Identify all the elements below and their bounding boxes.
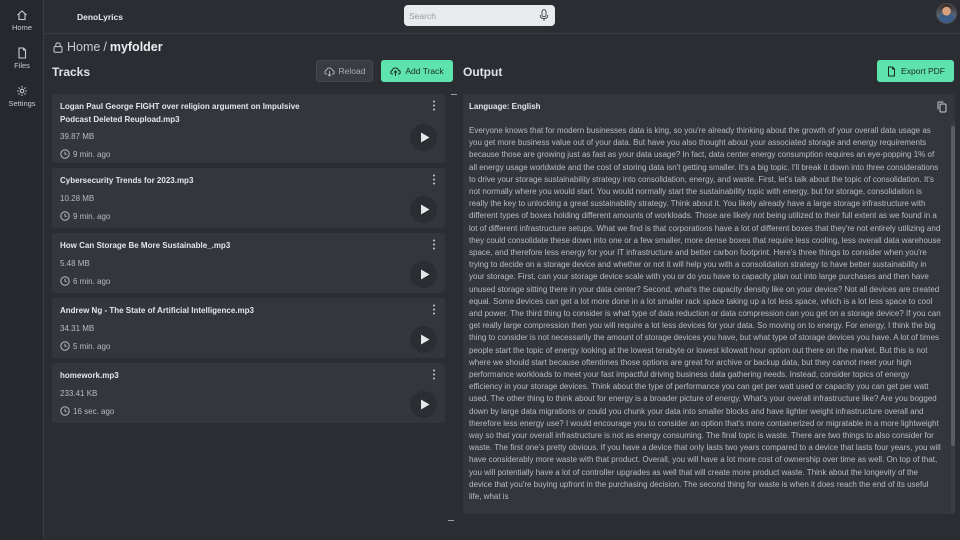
sidebar-item-label: Settings (8, 99, 36, 108)
track-card[interactable]: Logan Paul George FIGHT over religion ar… (52, 94, 445, 163)
play-icon (420, 399, 429, 410)
play-button[interactable] (410, 196, 437, 223)
scrollbar-thumb[interactable] (951, 126, 955, 446)
reload-label: Reload (338, 66, 366, 76)
track-size: 233.41 KB (60, 389, 98, 398)
track-time: 9 min. ago (60, 211, 110, 221)
search-input[interactable] (404, 10, 529, 21)
play-button[interactable] (410, 124, 437, 151)
sidebar-item-files[interactable]: Files (0, 47, 44, 81)
file-export-icon (888, 66, 896, 76)
track-size: 39.87 MB (60, 132, 95, 141)
play-icon (420, 204, 429, 215)
sidebar: Home Files Settings (0, 0, 44, 540)
reload-button[interactable]: Reload (316, 60, 373, 82)
clock-icon (60, 341, 70, 351)
microphone-icon[interactable] (539, 9, 549, 22)
track-name: Logan Paul George FIGHT over religion ar… (60, 102, 300, 124)
sidebar-item-label: Files (14, 61, 30, 70)
clock-icon (60, 406, 70, 416)
play-button[interactable] (410, 326, 437, 353)
breadcrumb-current: myfolder (109, 40, 163, 54)
play-icon (420, 269, 429, 280)
clock-icon (60, 211, 70, 221)
add-track-label: Add Track (405, 66, 444, 76)
breadcrumb: Home / myfolder (53, 40, 163, 54)
track-card[interactable]: How Can Storage Be More Sustainable_.mp3… (52, 233, 445, 293)
track-time-label: 16 sec. ago (73, 406, 115, 416)
clock-icon (60, 149, 70, 159)
more-options-icon[interactable] (432, 239, 436, 250)
track-size: 34.31 MB (60, 324, 95, 333)
track-card[interactable]: Cybersecurity Trends for 2023.mp3 10.28 … (52, 168, 445, 228)
resize-handle[interactable] (448, 520, 454, 521)
output-language: Language: English (469, 102, 541, 111)
track-card[interactable]: homework.mp3 233.41 KB 16 sec. ago (52, 363, 445, 423)
track-name: homework.mp3 (60, 371, 119, 380)
track-name: Cybersecurity Trends for 2023.mp3 (60, 176, 194, 185)
cloud-upload-icon (390, 66, 402, 76)
track-list: Logan Paul George FIGHT over religion ar… (52, 94, 445, 428)
copy-icon[interactable] (937, 101, 947, 113)
breadcrumb-home[interactable]: Home (67, 40, 100, 54)
more-options-icon[interactable] (432, 369, 436, 380)
track-time: 16 sec. ago (60, 406, 114, 416)
track-name: How Can Storage Be More Sustainable_.mp3 (60, 241, 231, 250)
more-options-icon[interactable] (432, 304, 436, 315)
home-icon (17, 10, 27, 21)
more-options-icon[interactable] (432, 174, 436, 185)
transcript-text: Everyone knows that for modern businesse… (469, 126, 941, 502)
track-time: 9 min. ago (60, 149, 110, 159)
track-time-label: 5 min. ago (73, 341, 111, 351)
cloud-download-icon (323, 66, 335, 77)
avatar[interactable] (936, 3, 957, 24)
track-name: Andrew Ng - The State of Artificial Inte… (60, 306, 254, 315)
output-title: Output (463, 65, 503, 79)
sidebar-item-home[interactable]: Home (0, 9, 44, 43)
search-box[interactable] (404, 5, 555, 26)
play-icon (420, 132, 429, 143)
track-time: 5 min. ago (60, 341, 110, 351)
sidebar-item-label: Home (11, 23, 32, 32)
track-time-label: 6 min. ago (73, 276, 111, 286)
track-size: 5.48 MB (60, 259, 90, 268)
track-time-label: 9 min. ago (73, 211, 111, 221)
play-icon (420, 334, 429, 345)
more-options-icon[interactable] (432, 100, 436, 111)
app-title: DenoLyrics (77, 12, 123, 22)
clock-icon (60, 276, 70, 286)
gear-icon (17, 86, 27, 96)
export-pdf-label: Export PDF (901, 66, 945, 76)
play-button[interactable] (410, 261, 437, 288)
tracks-title: Tracks (52, 65, 91, 79)
add-track-button[interactable]: Add Track (381, 60, 453, 82)
file-icon (18, 47, 27, 59)
track-time: 6 min. ago (60, 276, 110, 286)
lock-icon (53, 41, 63, 53)
track-time-label: 9 min. ago (73, 149, 111, 159)
play-button[interactable] (410, 391, 437, 418)
top-bar: DenoLyrics (44, 0, 960, 34)
scrollbar[interactable] (951, 122, 955, 514)
track-size: 10.28 MB (60, 194, 95, 203)
track-card[interactable]: Andrew Ng - The State of Artificial Inte… (52, 298, 445, 358)
breadcrumb-separator: / (103, 40, 107, 54)
export-pdf-button[interactable]: Export PDF (877, 60, 954, 82)
output-panel: Language: English Everyone knows that fo… (463, 94, 955, 514)
resize-handle[interactable] (451, 94, 457, 95)
sidebar-item-settings[interactable]: Settings (0, 85, 44, 119)
